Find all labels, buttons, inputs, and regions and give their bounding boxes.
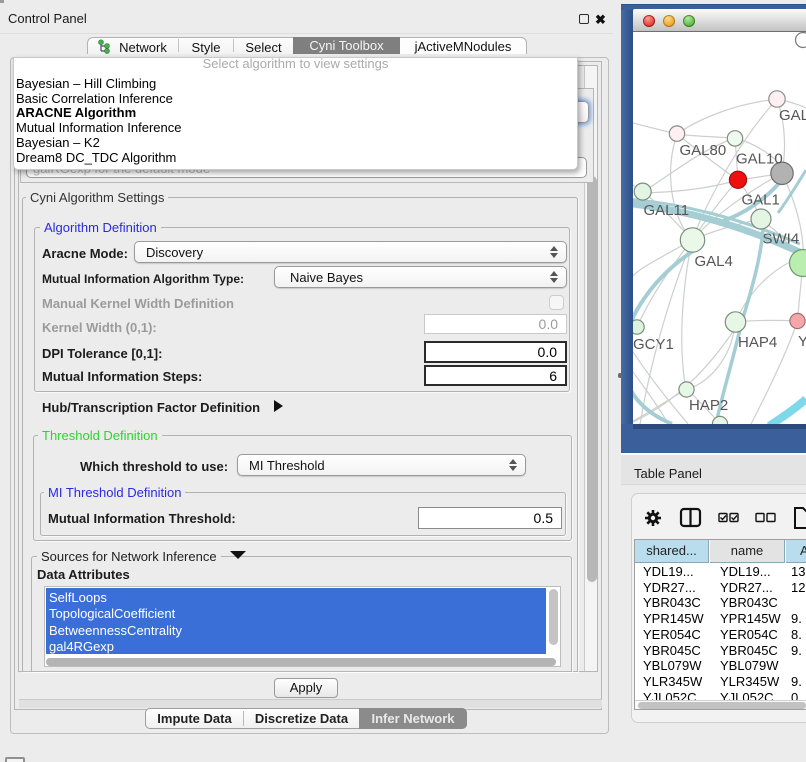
svg-text:GAL2: GAL2	[779, 107, 806, 124]
svg-text:SWI4: SWI4	[763, 231, 800, 248]
svg-text:GAL1: GAL1	[742, 192, 780, 209]
svg-text:GAL11: GAL11	[644, 202, 690, 219]
svg-text:Y: Y	[798, 333, 806, 350]
svg-text:GAL10: GAL10	[736, 151, 783, 168]
svg-text:HAP2: HAP2	[689, 397, 728, 414]
svg-text:HAP4: HAP4	[738, 334, 777, 351]
svg-text:GAL80: GAL80	[680, 142, 727, 159]
svg-text:GCY1: GCY1	[633, 336, 674, 353]
svg-text:GAL4: GAL4	[695, 253, 733, 270]
